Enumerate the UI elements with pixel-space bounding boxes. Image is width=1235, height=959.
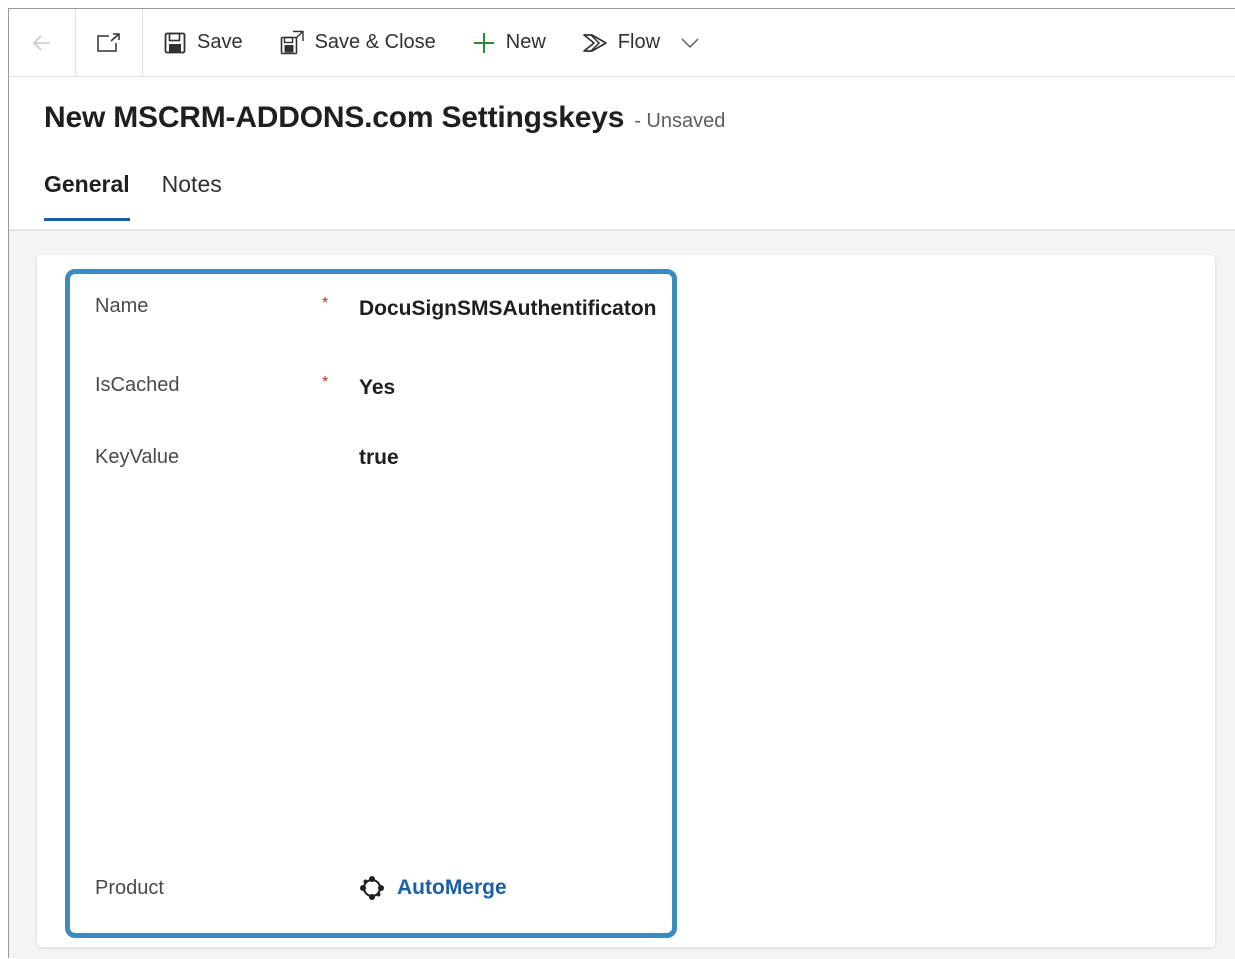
product-field-label: Product bbox=[95, 877, 164, 899]
product-entity-icon bbox=[360, 876, 384, 900]
save-status: - Unsaved bbox=[634, 110, 726, 132]
name-required-marker: * bbox=[322, 295, 329, 312]
flow-icon bbox=[582, 32, 608, 54]
product-lookup[interactable]: AutoMerge bbox=[359, 875, 507, 901]
save-close-icon bbox=[279, 30, 305, 56]
tab-list: General Notes bbox=[44, 167, 254, 221]
save-label: Save bbox=[197, 31, 243, 53]
name-field-value[interactable]: DocuSignSMSAuthentificaton bbox=[359, 297, 657, 321]
flow-label: Flow bbox=[617, 31, 661, 53]
plus-icon bbox=[472, 31, 496, 55]
new-label: New bbox=[505, 31, 546, 53]
tab-notes[interactable]: Notes bbox=[162, 167, 222, 221]
tab-general[interactable]: General bbox=[44, 167, 130, 221]
iscached-field-label: IsCached bbox=[95, 374, 180, 396]
save-button[interactable]: Save bbox=[145, 9, 261, 76]
iscached-field-value[interactable]: Yes bbox=[359, 376, 395, 400]
page-title: New MSCRM-ADDONS.com Settingskeys bbox=[44, 101, 625, 134]
save-and-close-label: Save & Close bbox=[314, 31, 436, 53]
save-and-close-button[interactable]: Save & Close bbox=[261, 9, 454, 76]
keyvalue-field-label: KeyValue bbox=[95, 446, 180, 468]
flow-button[interactable]: Flow bbox=[564, 9, 678, 76]
flow-dropdown-button[interactable] bbox=[678, 9, 706, 76]
open-in-new-window-icon bbox=[97, 32, 120, 52]
save-icon bbox=[163, 31, 187, 55]
form-header: New MSCRM-ADDONS.com Settingskeys - Unsa… bbox=[44, 101, 725, 135]
iscached-required-marker: * bbox=[322, 374, 329, 391]
keyvalue-field-value[interactable]: true bbox=[359, 446, 399, 470]
app-window: Save Save & Close New Flow New MSCRM-ADD… bbox=[8, 8, 1235, 959]
product-lookup-link[interactable]: AutoMerge bbox=[397, 876, 507, 900]
back-arrow-icon bbox=[32, 34, 50, 51]
highlight-frame bbox=[65, 269, 677, 938]
general-section-card: Name * DocuSignSMSAuthentificaton IsCach… bbox=[37, 255, 1215, 947]
command-bar: Save Save & Close New Flow bbox=[9, 9, 1235, 77]
new-button[interactable]: New bbox=[454, 9, 564, 76]
open-in-new-window-button[interactable] bbox=[76, 9, 143, 76]
chevron-down-icon bbox=[681, 37, 699, 48]
name-field-label: Name bbox=[95, 295, 149, 317]
form-canvas: Name * DocuSignSMSAuthentificaton IsCach… bbox=[9, 231, 1235, 959]
back-button[interactable] bbox=[9, 9, 76, 76]
